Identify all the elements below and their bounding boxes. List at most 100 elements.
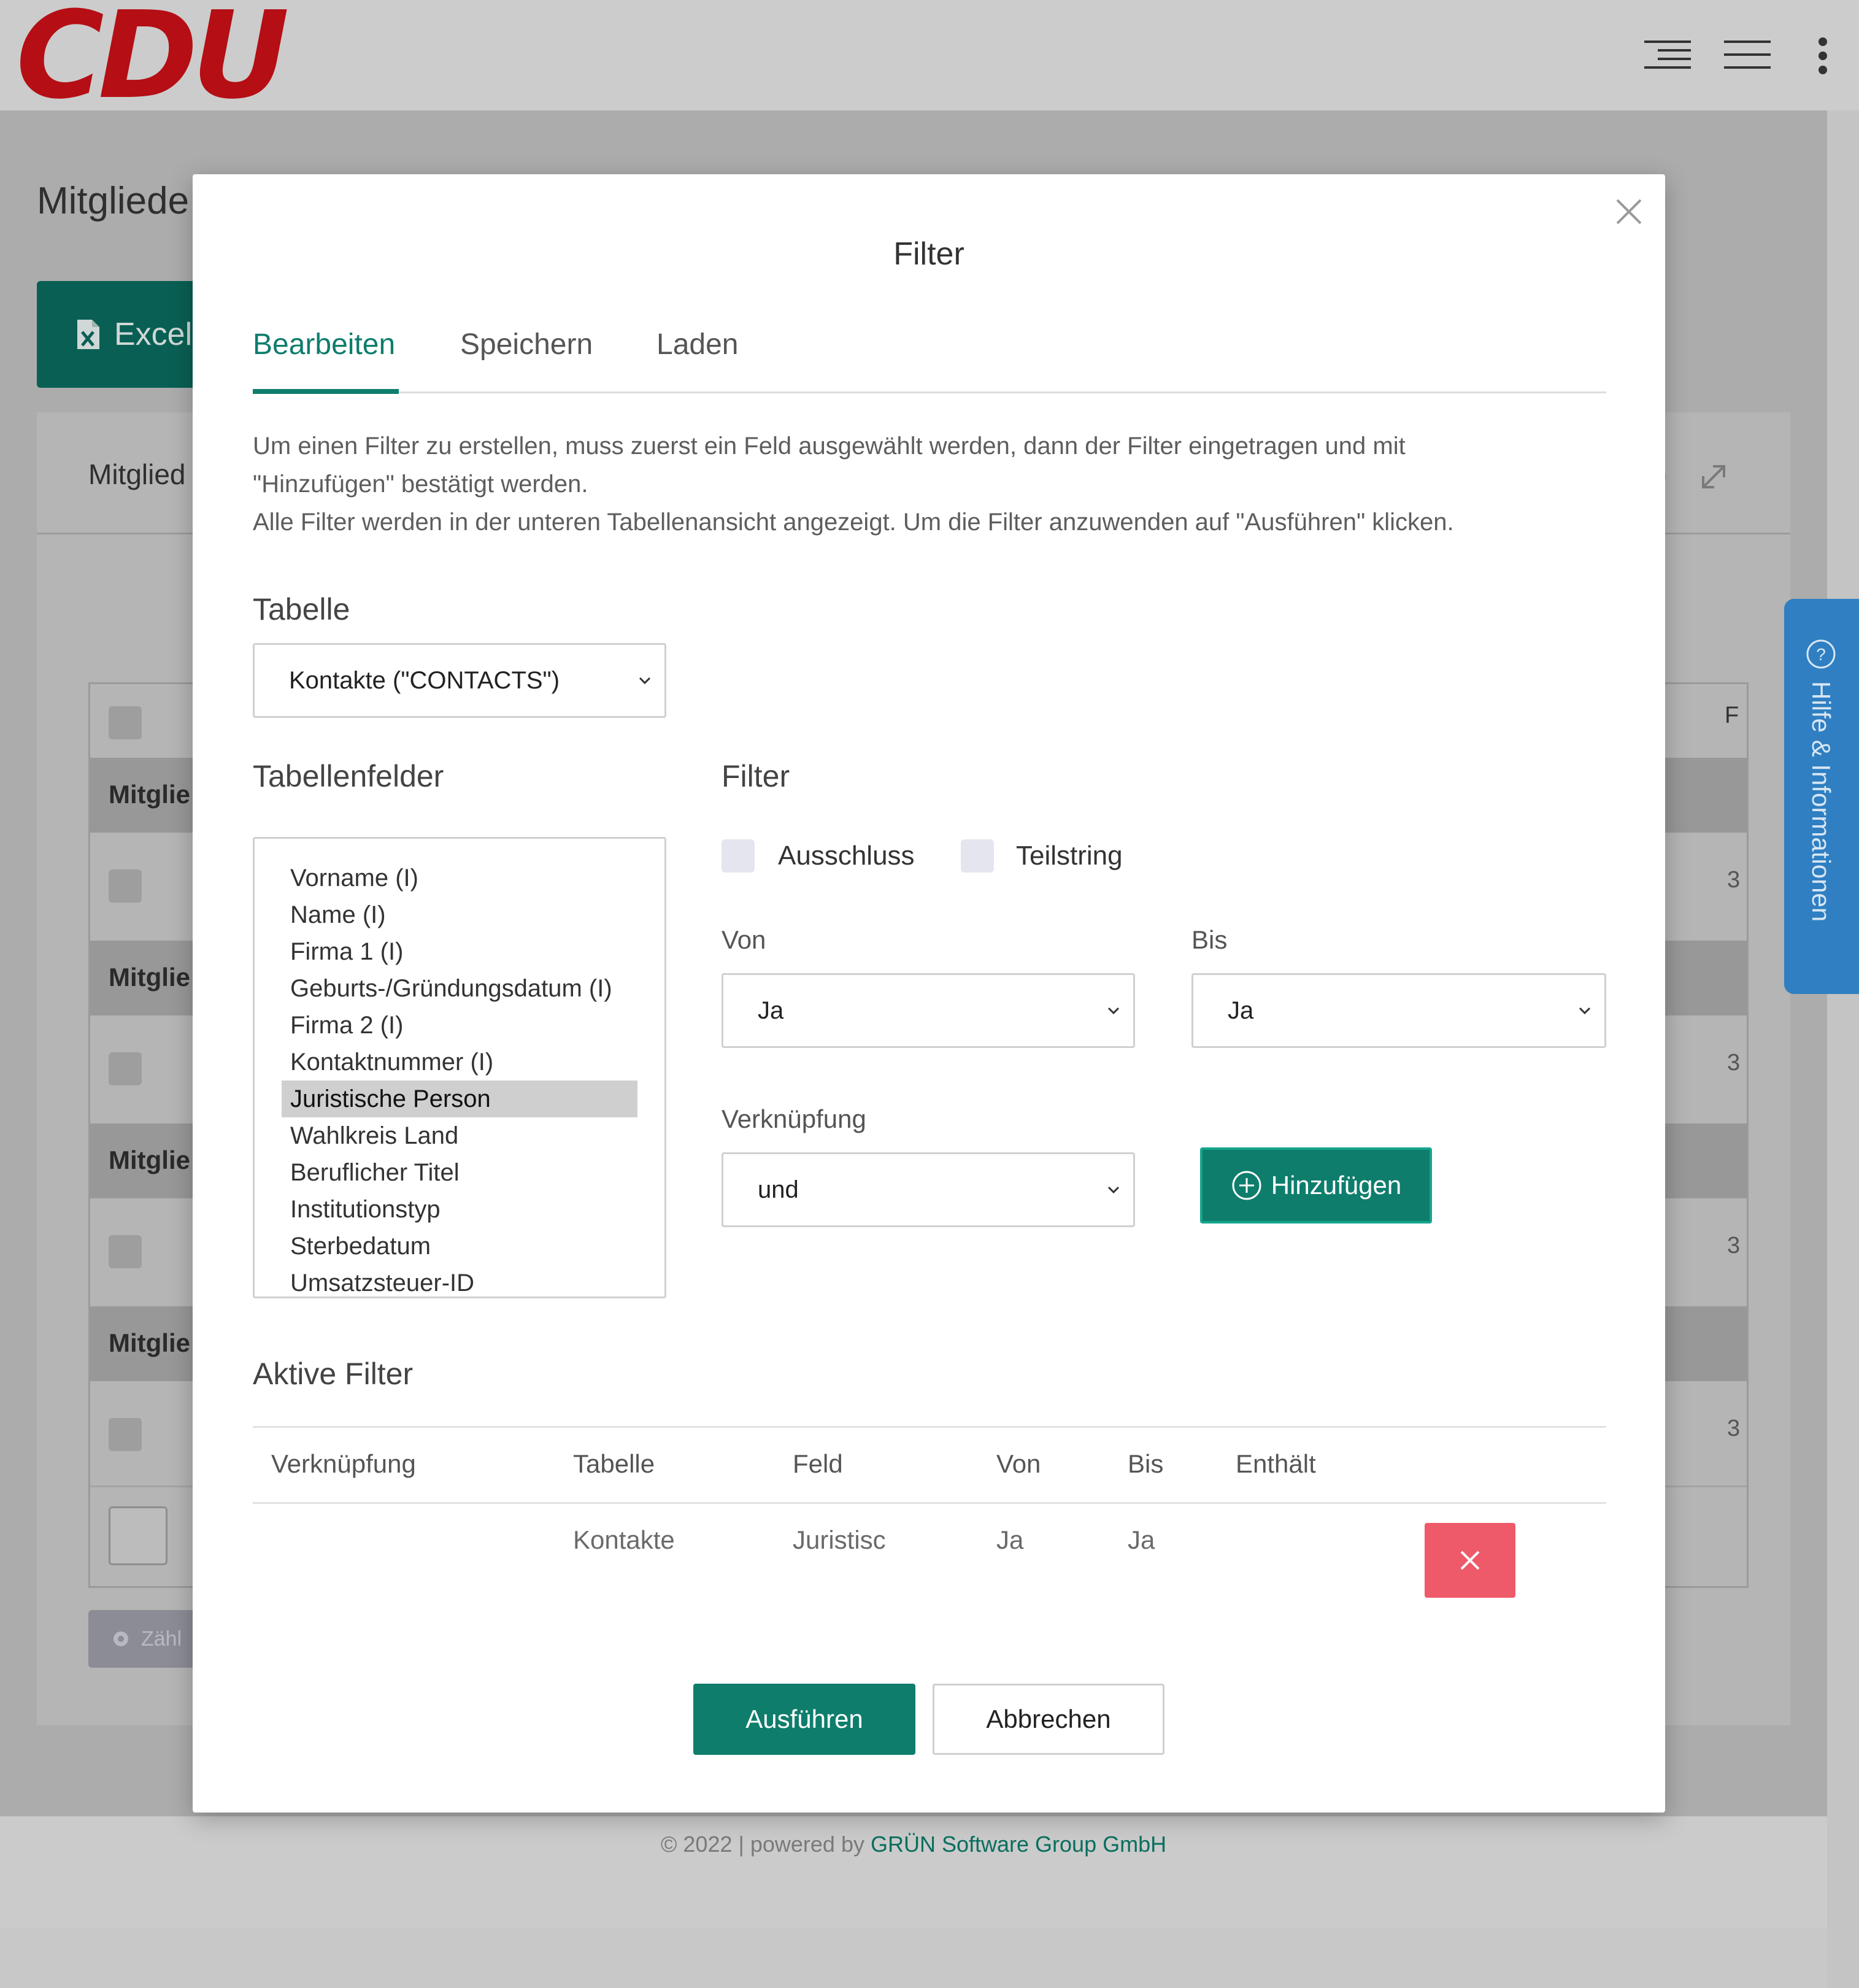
- table-section-label: Tabelle: [253, 592, 350, 626]
- column-header-contains: Enthält: [1236, 1449, 1316, 1478]
- close-icon[interactable]: [1614, 196, 1644, 227]
- row-checkbox[interactable]: [109, 1235, 142, 1268]
- to-select-value: Ja: [1228, 996, 1254, 1024]
- tab-speichern[interactable]: Speichern: [460, 328, 593, 361]
- cell-table: Kontakte: [573, 1525, 675, 1554]
- link-select[interactable]: und: [722, 1152, 1135, 1227]
- field-option[interactable]: Vorname (I): [282, 860, 637, 896]
- group-label: Mitglie: [109, 1146, 190, 1174]
- tab-bearbeiten[interactable]: Bearbeiten: [253, 328, 395, 361]
- delete-filter-button[interactable]: [1425, 1523, 1515, 1598]
- svg-text:?: ?: [1816, 645, 1826, 664]
- chevron-down-icon: [1107, 1186, 1120, 1194]
- card-title: Mitglied: [88, 458, 186, 490]
- row-checkbox[interactable]: [109, 869, 142, 903]
- help-tab-label: Hilfe & Informationen: [1807, 681, 1836, 922]
- footer-text: © 2022 | powered by GRÜN Software Group …: [0, 1832, 1827, 1857]
- field-option[interactable]: Beruflicher Titel: [282, 1154, 637, 1191]
- footer-prefix: © 2022 | powered by: [660, 1832, 871, 1857]
- from-select[interactable]: Ja: [722, 973, 1135, 1048]
- column-header-link: Verknüpfung: [271, 1449, 416, 1478]
- to-label: Bis: [1191, 925, 1228, 954]
- field-option[interactable]: Umsatzsteuer-ID: [282, 1265, 637, 1296]
- plus-circle-icon: [1232, 1171, 1261, 1200]
- add-filter-button[interactable]: Hinzufügen: [1200, 1147, 1432, 1223]
- substring-checkbox[interactable]: [961, 839, 994, 873]
- page: CDU Mitgliede Excel Mitglied F Mitglie 3…: [0, 0, 1859, 1988]
- page-title: Mitgliede: [37, 180, 190, 222]
- row-checkbox[interactable]: [109, 1052, 142, 1085]
- column-header-table: Tabelle: [573, 1449, 655, 1478]
- close-icon: [1460, 1551, 1480, 1570]
- field-option[interactable]: Firma 1 (I): [282, 933, 637, 970]
- instructions-line: "Hinzufügen" bestätigt werden.: [253, 471, 588, 498]
- filter-row-input[interactable]: [109, 1506, 167, 1565]
- column-header-field: Feld: [793, 1449, 843, 1478]
- field-option[interactable]: Firma 2 (I): [282, 1007, 637, 1044]
- tab-laden[interactable]: Laden: [656, 328, 738, 361]
- exclude-checkbox[interactable]: [722, 839, 755, 873]
- group-label: Mitglie: [109, 780, 190, 809]
- exclude-checkbox-label: Ausschluss: [778, 841, 915, 871]
- group-label: Mitglie: [109, 1328, 190, 1357]
- right-column-value: 3: [1727, 1416, 1741, 1441]
- column-header-from: Von: [996, 1449, 1041, 1478]
- expand-icon[interactable]: [1698, 461, 1729, 492]
- field-option[interactable]: Sterbedatum: [282, 1228, 637, 1265]
- counter-button-label: Zähl: [141, 1627, 182, 1651]
- column-header-to: Bis: [1128, 1449, 1164, 1478]
- right-column-value: 3: [1727, 867, 1741, 893]
- question-icon: ?: [1806, 639, 1836, 669]
- right-column-value: 3: [1727, 1233, 1741, 1258]
- right-column-header: F: [1725, 703, 1739, 728]
- fields-listbox[interactable]: Vorname (I) Name (I) Firma 1 (I) Geburts…: [253, 837, 666, 1298]
- active-filters-label: Aktive Filter: [253, 1357, 414, 1391]
- cell-field: Juristisc: [793, 1525, 886, 1554]
- substring-checkbox-label: Teilstring: [1016, 841, 1123, 871]
- from-select-value: Ja: [758, 996, 784, 1024]
- table-header-line: [253, 1502, 1606, 1504]
- run-button[interactable]: Ausführen: [693, 1684, 915, 1755]
- from-label: Von: [722, 925, 766, 954]
- field-option[interactable]: Wahlkreis Land: [282, 1117, 637, 1154]
- header-checkbox[interactable]: [109, 706, 142, 739]
- tabs-divider: [253, 391, 1606, 393]
- instructions-line: Um einen Filter zu erstellen, muss zuers…: [253, 433, 1406, 460]
- chevron-down-icon: [1579, 1007, 1591, 1015]
- link-label: Verknüpfung: [722, 1104, 866, 1133]
- to-select[interactable]: Ja: [1191, 973, 1606, 1048]
- row-checkbox[interactable]: [109, 1418, 142, 1451]
- excel-file-icon: [77, 320, 99, 349]
- excel-button-label: Excel: [114, 317, 193, 352]
- menu-icon[interactable]: [1722, 38, 1773, 72]
- filter-section-label: Filter: [722, 759, 790, 793]
- field-option-selected[interactable]: Juristische Person: [282, 1081, 637, 1117]
- table-top-line: [253, 1426, 1606, 1428]
- table-select-value: Kontakte ("CONTACTS"): [289, 666, 560, 694]
- link-select-value: und: [758, 1176, 799, 1203]
- top-bar: CDU: [0, 0, 1859, 116]
- modal-title: Filter: [893, 236, 964, 272]
- cell-from: Ja: [996, 1525, 1024, 1554]
- instructions-line: Alle Filter werden in der unteren Tabell…: [253, 509, 1454, 536]
- right-column-value: 3: [1727, 1050, 1741, 1076]
- cancel-button[interactable]: Abbrechen: [933, 1684, 1164, 1755]
- menu-indent-icon[interactable]: [1642, 38, 1693, 72]
- group-label: Mitglie: [109, 963, 190, 992]
- field-option[interactable]: Institutionstyp: [282, 1191, 637, 1228]
- chevron-down-icon: [639, 677, 651, 685]
- kebab-icon[interactable]: [1814, 36, 1832, 79]
- table-select[interactable]: Kontakte ("CONTACTS"): [253, 643, 666, 718]
- scrollbar-track[interactable]: [1827, 110, 1859, 1988]
- active-tab-indicator: [253, 389, 399, 394]
- cell-to: Ja: [1128, 1525, 1155, 1554]
- fields-section-label: Tabellenfelder: [253, 759, 444, 793]
- filter-modal: Filter Bearbeiten Speichern Laden Um ein…: [193, 174, 1665, 1813]
- field-option[interactable]: Name (I): [282, 896, 637, 933]
- field-option[interactable]: Geburts-/Gründungsdatum (I): [282, 970, 637, 1007]
- cdu-logo[interactable]: CDU: [16, 0, 290, 116]
- footer-brand-link[interactable]: GRÜN Software Group GmbH: [871, 1832, 1166, 1857]
- add-filter-label: Hinzufügen: [1271, 1171, 1402, 1200]
- chevron-down-icon: [1107, 1007, 1120, 1015]
- field-option[interactable]: Kontaktnummer (I): [282, 1044, 637, 1081]
